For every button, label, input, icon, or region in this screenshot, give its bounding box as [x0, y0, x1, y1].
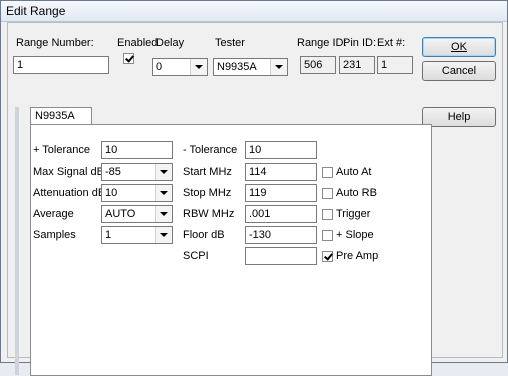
range-id-field: 506: [300, 56, 336, 74]
trigger-checkbox[interactable]: [322, 209, 333, 220]
scpi-input[interactable]: [245, 247, 317, 265]
cancel-button[interactable]: Cancel: [422, 61, 496, 81]
minus-tolerance-input[interactable]: 10: [245, 141, 317, 159]
floor-db-label: Floor dB: [183, 229, 225, 241]
start-mhz-input[interactable]: 114: [245, 163, 317, 181]
ok-button-label: OK: [451, 41, 467, 53]
max-signal-dropdown[interactable]: -85: [101, 163, 173, 181]
ext-label: Ext #:: [377, 37, 406, 49]
chevron-down-icon[interactable]: [190, 59, 207, 75]
tester-label: Tester: [215, 37, 245, 49]
samples-label: Samples: [33, 229, 76, 241]
tester-value: N9935A: [217, 61, 257, 73]
pre-amp-label: Pre Amp: [336, 250, 379, 262]
left-edge-bar: [15, 107, 19, 375]
plus-slope-label: + Slope: [336, 229, 374, 241]
tester-dropdown[interactable]: N9935A: [213, 58, 288, 76]
samples-value: 1: [105, 229, 112, 241]
ok-button[interactable]: OK: [422, 37, 496, 57]
auto-at-checkbox[interactable]: [322, 167, 333, 178]
start-mhz-label: Start MHz: [183, 166, 232, 178]
title-bar[interactable]: Edit Range: [1, 1, 507, 22]
plus-tolerance-label: + Tolerance: [33, 144, 90, 156]
scpi-label: SCPI: [183, 250, 209, 262]
ext-field: 1: [377, 56, 413, 74]
chevron-down-icon[interactable]: [270, 59, 287, 75]
chevron-down-icon[interactable]: [155, 185, 172, 201]
plus-slope-checkbox[interactable]: [322, 230, 333, 241]
delay-label: Delay: [156, 37, 185, 49]
max-signal-value: -85: [105, 166, 121, 178]
delay-dropdown[interactable]: 0: [152, 58, 208, 76]
max-signal-label: Max Signal dB: [33, 166, 104, 178]
attenuation-label: Attenuation dB: [33, 187, 106, 199]
floor-db-input[interactable]: -130: [245, 226, 317, 244]
stop-mhz-input[interactable]: 119: [245, 184, 317, 202]
window-title: Edit Range: [6, 4, 66, 18]
stop-mhz-label: Stop MHz: [183, 187, 232, 199]
rbw-mhz-input[interactable]: .001: [245, 205, 317, 223]
average-dropdown[interactable]: AUTO: [101, 205, 173, 223]
average-value: AUTO: [105, 208, 136, 220]
help-button[interactable]: Help: [422, 107, 496, 127]
chevron-down-icon[interactable]: [155, 164, 172, 180]
tab-n9935a[interactable]: N9935A: [30, 107, 92, 125]
minus-tolerance-label: - Tolerance: [183, 144, 238, 156]
auto-at-label: Auto At: [336, 166, 372, 178]
enabled-label: Enabled: [117, 37, 158, 49]
rbw-mhz-label: RBW MHz: [183, 208, 235, 220]
auto-rb-checkbox[interactable]: [322, 188, 333, 199]
range-number-label: Range Number:: [16, 37, 94, 49]
attenuation-dropdown[interactable]: 10: [101, 184, 173, 202]
chevron-down-icon[interactable]: [155, 206, 172, 222]
enabled-checkbox[interactable]: [123, 53, 134, 64]
dialog-body: Range Number: Enabled Delay Tester Range…: [7, 22, 503, 376]
range-number-input[interactable]: 1: [13, 56, 109, 74]
pre-amp-checkbox[interactable]: [322, 251, 333, 262]
delay-value: 0: [156, 61, 163, 73]
attenuation-value: 10: [105, 187, 118, 199]
tester-settings-panel: + Tolerance 10 Max Signal dB -85 Attenua…: [30, 124, 432, 376]
range-id-label: Range ID:: [297, 37, 347, 49]
auto-rb-label: Auto RB: [336, 187, 377, 199]
plus-tolerance-input[interactable]: 10: [101, 141, 173, 159]
trigger-label: Trigger: [336, 208, 371, 220]
chevron-down-icon[interactable]: [155, 227, 172, 243]
pin-id-label: Pin ID:: [343, 37, 377, 49]
pin-id-field: 231: [339, 56, 375, 74]
samples-dropdown[interactable]: 1: [101, 226, 173, 244]
average-label: Average: [33, 208, 74, 220]
edit-range-dialog: Edit Range Range Number: Enabled Delay T…: [0, 0, 508, 376]
